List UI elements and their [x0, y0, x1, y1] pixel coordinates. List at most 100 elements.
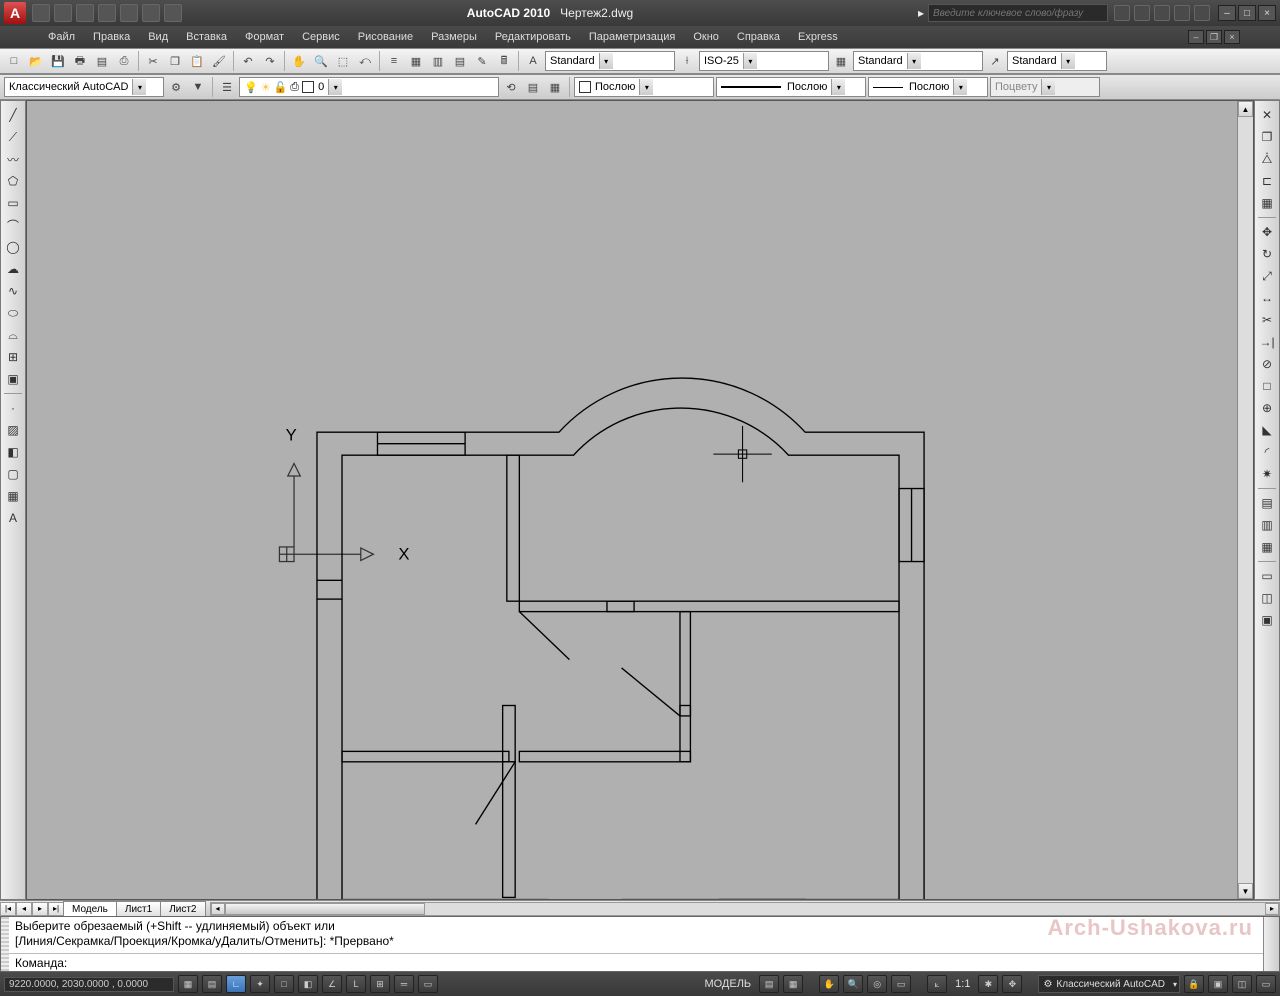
- matchprop-icon[interactable]: 🖌: [209, 51, 229, 71]
- design-center-icon[interactable]: ▦: [406, 51, 426, 71]
- dyn-toggle[interactable]: ⊞: [370, 975, 390, 993]
- mdi-minimize[interactable]: –: [1188, 30, 1204, 44]
- scroll-up-button[interactable]: ▲: [1238, 101, 1253, 117]
- open-icon[interactable]: 📂: [26, 51, 46, 71]
- drawing-utilities-icon[interactable]: ▥: [1257, 515, 1277, 535]
- status-workspace-combo[interactable]: ⚙Классический AutoCAD: [1038, 975, 1180, 993]
- quickview-layouts-icon[interactable]: ▤: [759, 975, 779, 993]
- lwt-toggle[interactable]: ═: [394, 975, 414, 993]
- workspace-combo[interactable]: Классический AutoCAD▾: [4, 77, 164, 97]
- region-icon[interactable]: ▢: [3, 464, 23, 484]
- layer-manager-icon[interactable]: ☰: [217, 77, 237, 97]
- publish-icon[interactable]: ⎙: [114, 51, 134, 71]
- point-icon[interactable]: ·: [3, 398, 23, 418]
- workspace-save-icon[interactable]: ▼: [188, 77, 208, 97]
- mleaderstyle-icon[interactable]: ↗: [985, 51, 1005, 71]
- ellipse-icon[interactable]: ⬭: [3, 303, 23, 323]
- scroll-down-button[interactable]: ▼: [1238, 883, 1253, 899]
- gradient-icon[interactable]: ◧: [3, 442, 23, 462]
- xline-icon[interactable]: ⟋: [3, 127, 23, 147]
- mdi-restore[interactable]: ❐: [1206, 30, 1222, 44]
- command-history[interactable]: Arch-Ushakova.ruВыберите обрезаемый (+Sh…: [9, 917, 1263, 953]
- lineweight-combo[interactable]: Послою▾: [868, 77, 988, 97]
- textstyle-icon[interactable]: A: [523, 51, 543, 71]
- scroll-track[interactable]: [1238, 117, 1253, 883]
- qat-save-icon[interactable]: [76, 4, 94, 22]
- maximize-button[interactable]: □: [1238, 5, 1256, 21]
- menu-view[interactable]: Вид: [140, 29, 176, 45]
- menu-window[interactable]: Окно: [685, 29, 727, 45]
- app-logo[interactable]: A: [4, 2, 26, 24]
- qat-redo-icon[interactable]: [142, 4, 160, 22]
- trim-icon[interactable]: ✂: [1257, 310, 1277, 330]
- extend-icon[interactable]: →|: [1257, 332, 1277, 352]
- tab-last-button[interactable]: ▸|: [48, 902, 64, 916]
- help-icon[interactable]: [1194, 5, 1210, 21]
- workspace-settings-icon[interactable]: ⚙: [166, 77, 186, 97]
- search-glass-icon[interactable]: [1114, 5, 1130, 21]
- array-icon[interactable]: ▦: [1257, 193, 1277, 213]
- zoom-window-icon[interactable]: ⬚: [333, 51, 353, 71]
- layer-prev-icon[interactable]: ⟲: [501, 77, 521, 97]
- erase-icon[interactable]: ✕: [1257, 105, 1277, 125]
- color-combo[interactable]: Послою▾: [574, 77, 714, 97]
- qat-print-icon[interactable]: [164, 4, 182, 22]
- pan-status-icon[interactable]: ✋: [819, 975, 839, 993]
- dimstyle-icon[interactable]: ⟊: [677, 51, 697, 71]
- menu-modify[interactable]: Редактировать: [487, 29, 579, 45]
- copy-obj-icon[interactable]: ❐: [1257, 127, 1277, 147]
- hardware-accel-icon[interactable]: ▣: [1208, 975, 1228, 993]
- annotation-scale-icon[interactable]: ⟀: [927, 975, 947, 993]
- explode-icon[interactable]: ✷: [1257, 464, 1277, 484]
- layer-state-icon[interactable]: ▤: [523, 77, 543, 97]
- offset-icon[interactable]: ⊏: [1257, 171, 1277, 191]
- tab-model[interactable]: Модель: [63, 901, 117, 916]
- cmdwin-grip[interactable]: [1, 917, 9, 971]
- spline-icon[interactable]: ∿: [3, 281, 23, 301]
- pan-icon[interactable]: ✋: [289, 51, 309, 71]
- tab-next-button[interactable]: ▸: [32, 902, 48, 916]
- grid-toggle[interactable]: ▤: [202, 975, 222, 993]
- osnap-toggle[interactable]: □: [274, 975, 294, 993]
- arc-icon[interactable]: ⌒: [3, 215, 23, 235]
- mtext-icon[interactable]: A: [3, 508, 23, 528]
- menu-insert[interactable]: Вставка: [178, 29, 235, 45]
- drawing-canvas[interactable]: X Y: [27, 101, 1237, 899]
- layout-wizard-icon[interactable]: ◫: [1257, 588, 1277, 608]
- comm-center-icon[interactable]: [1154, 5, 1170, 21]
- plot-preview-icon[interactable]: ▤: [92, 51, 112, 71]
- isolate-objects-icon[interactable]: ◫: [1232, 975, 1252, 993]
- quickview-drawings-icon[interactable]: ▦: [783, 975, 803, 993]
- menu-draw[interactable]: Рисование: [350, 29, 421, 45]
- layer-iso-icon[interactable]: ▦: [545, 77, 565, 97]
- break-icon[interactable]: □: [1257, 376, 1277, 396]
- menu-format[interactable]: Формат: [237, 29, 292, 45]
- paste-icon[interactable]: 📋: [187, 51, 207, 71]
- table-style-combo[interactable]: Standard▾: [853, 51, 983, 71]
- tab-first-button[interactable]: |◂: [0, 902, 16, 916]
- annotation-scale-value[interactable]: 1:1: [951, 978, 974, 990]
- make-block-icon[interactable]: ▣: [3, 369, 23, 389]
- tab-sheet1[interactable]: Лист1: [116, 901, 161, 916]
- menu-express[interactable]: Express: [790, 29, 846, 45]
- ellipse-arc-icon[interactable]: ⌓: [3, 325, 23, 345]
- search-input[interactable]: [928, 4, 1108, 22]
- 3dosnap-toggle[interactable]: ◧: [298, 975, 318, 993]
- steering-wheel-icon[interactable]: ◎: [867, 975, 887, 993]
- qat-undo-icon[interactable]: [120, 4, 138, 22]
- line-icon[interactable]: ╱: [3, 105, 23, 125]
- mirror-icon[interactable]: ⧊: [1257, 149, 1277, 169]
- fillet-icon[interactable]: ◜: [1257, 442, 1277, 462]
- qat-saveas-icon[interactable]: [98, 4, 116, 22]
- polar-toggle[interactable]: ✦: [250, 975, 270, 993]
- undo-icon[interactable]: ↶: [238, 51, 258, 71]
- hscroll-thumb[interactable]: [225, 903, 425, 915]
- copy-icon[interactable]: ❐: [165, 51, 185, 71]
- showmotion-icon[interactable]: ▭: [891, 975, 911, 993]
- menu-edit[interactable]: Правка: [85, 29, 138, 45]
- menu-dimension[interactable]: Размеры: [423, 29, 485, 45]
- snap-toggle[interactable]: ▦: [178, 975, 198, 993]
- toolbar-lock-icon[interactable]: 🔒: [1184, 975, 1204, 993]
- markup-icon[interactable]: ✎: [472, 51, 492, 71]
- vertical-scrollbar[interactable]: ▲ ▼: [1237, 101, 1253, 899]
